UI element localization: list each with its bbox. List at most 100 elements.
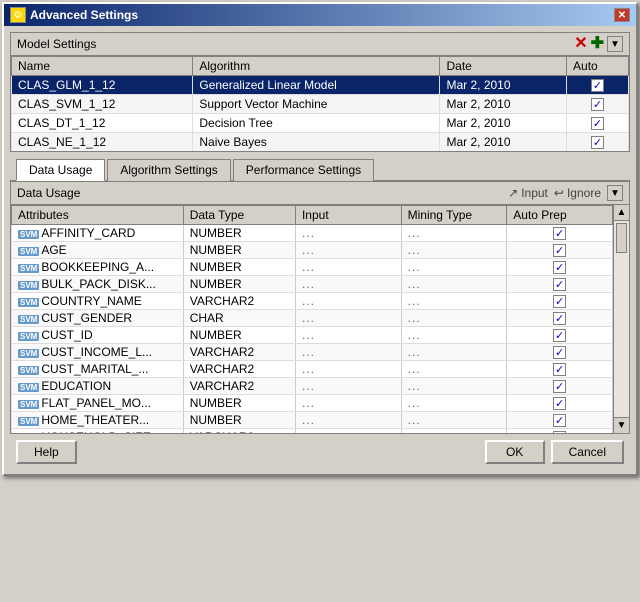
tab-algorithm-settings[interactable]: Algorithm Settings <box>107 159 230 181</box>
model-date: Mar 2, 2010 <box>440 114 567 133</box>
attr-autoprep-cell <box>507 293 613 310</box>
scrollbar[interactable]: ▲ ▼ <box>613 205 629 433</box>
model-algorithm: Decision Tree <box>193 114 440 133</box>
attr-mining: ... <box>401 276 507 293</box>
scroll-down-button[interactable]: ▼ <box>614 417 629 433</box>
attr-mining: ... <box>401 378 507 395</box>
attr-icon: SVM <box>18 247 39 256</box>
attr-name: SVMEDUCATION <box>12 378 184 395</box>
ignore-button[interactable]: ↩ Ignore <box>554 186 601 200</box>
scroll-track[interactable] <box>614 221 629 417</box>
model-auto-cell <box>567 114 629 133</box>
attributes-header-row: Attributes Data Type Input Mining Type A… <box>12 206 613 225</box>
attr-icon: SVM <box>18 281 39 290</box>
attr-dtype: NUMBER <box>183 412 295 429</box>
attr-mining: ... <box>401 429 507 434</box>
attr-autoprep-checkbox[interactable] <box>553 244 566 257</box>
attr-mining: ... <box>401 242 507 259</box>
attr-dtype: NUMBER <box>183 225 295 242</box>
attr-name: SVMBOOKKEEPING_A... <box>12 259 184 276</box>
input-button[interactable]: ↗ Input <box>508 186 548 200</box>
model-settings-title: Model Settings <box>17 37 96 51</box>
data-usage-table-wrapper: Attributes Data Type Input Mining Type A… <box>11 205 629 433</box>
attr-icon: SVM <box>18 332 39 341</box>
attr-autoprep-checkbox[interactable] <box>553 363 566 376</box>
tab-performance-settings[interactable]: Performance Settings <box>233 159 374 181</box>
model-table-body: CLAS_GLM_1_12 Generalized Linear Model M… <box>12 76 629 152</box>
attr-autoprep-checkbox[interactable] <box>553 431 566 433</box>
add-model-button[interactable]: ✚ <box>591 36 604 52</box>
attr-dtype: VARCHAR2 <box>183 344 295 361</box>
window-title: Advanced Settings <box>30 8 138 22</box>
attr-autoprep-checkbox[interactable] <box>553 414 566 427</box>
attr-autoprep-checkbox[interactable] <box>553 329 566 342</box>
advanced-settings-window: ⚙ Advanced Settings ✕ Model Settings ✕ ✚… <box>2 2 638 476</box>
model-table-row[interactable]: CLAS_DT_1_12 Decision Tree Mar 2, 2010 <box>12 114 629 133</box>
col-datatype: Data Type <box>183 206 295 225</box>
attr-name: SVMCUST_INCOME_L... <box>12 344 184 361</box>
attributes-scroll-area[interactable]: Attributes Data Type Input Mining Type A… <box>11 205 613 433</box>
model-table-header-row: Name Algorithm Date Auto <box>12 57 629 76</box>
model-auto-checkbox[interactable] <box>591 136 604 149</box>
attr-mining: ... <box>401 225 507 242</box>
attr-autoprep-checkbox[interactable] <box>553 261 566 274</box>
attr-input: ... <box>295 361 401 378</box>
attr-mining: ... <box>401 344 507 361</box>
attr-input: ... <box>295 293 401 310</box>
model-dropdown-button[interactable]: ▼ <box>607 36 623 52</box>
attr-dtype: VARCHAR2 <box>183 378 295 395</box>
attr-autoprep-cell <box>507 242 613 259</box>
attribute-row: SVMHOUSEHOLD_SIZE VARCHAR2 ... ... <box>12 429 613 434</box>
input-label: Input <box>521 186 548 200</box>
ignore-icon: ↩ <box>554 186 564 200</box>
attr-autoprep-checkbox[interactable] <box>553 278 566 291</box>
attr-input: ... <box>295 429 401 434</box>
col-input: Input <box>295 206 401 225</box>
data-usage-dropdown[interactable]: ▼ <box>607 185 623 201</box>
attr-autoprep-cell <box>507 259 613 276</box>
model-table-row[interactable]: CLAS_SVM_1_12 Support Vector Machine Mar… <box>12 95 629 114</box>
ok-button[interactable]: OK <box>485 440 545 464</box>
attr-name: SVMHOUSEHOLD_SIZE <box>12 429 184 434</box>
attr-autoprep-checkbox[interactable] <box>553 312 566 325</box>
attr-name: SVMBULK_PACK_DISK... <box>12 276 184 293</box>
attribute-row: SVMBULK_PACK_DISK... NUMBER ... ... <box>12 276 613 293</box>
col-autoprep: Auto Prep <box>507 206 613 225</box>
model-algorithm: Generalized Linear Model <box>193 76 440 95</box>
attr-icon: SVM <box>18 315 39 324</box>
tab-data-usage[interactable]: Data Usage <box>16 159 105 181</box>
attr-autoprep-checkbox[interactable] <box>553 346 566 359</box>
scroll-up-button[interactable]: ▲ <box>614 205 629 221</box>
model-auto-checkbox[interactable] <box>591 117 604 130</box>
attr-autoprep-cell <box>507 378 613 395</box>
model-table-row[interactable]: CLAS_GLM_1_12 Generalized Linear Model M… <box>12 76 629 95</box>
attr-input: ... <box>295 378 401 395</box>
delete-model-button[interactable]: ✕ <box>574 36 587 52</box>
close-button[interactable]: ✕ <box>614 8 630 22</box>
model-auto-checkbox[interactable] <box>591 98 604 111</box>
attr-icon: SVM <box>18 349 39 358</box>
help-button[interactable]: Help <box>16 440 77 464</box>
attr-mining: ... <box>401 412 507 429</box>
attr-autoprep-checkbox[interactable] <box>553 380 566 393</box>
attr-autoprep-checkbox[interactable] <box>553 295 566 308</box>
attr-icon: SVM <box>18 366 39 375</box>
attr-input: ... <box>295 310 401 327</box>
ignore-label: Ignore <box>567 186 601 200</box>
attr-input: ... <box>295 242 401 259</box>
model-auto-checkbox[interactable] <box>591 79 604 92</box>
attr-name: SVMFLAT_PANEL_MO... <box>12 395 184 412</box>
attr-autoprep-checkbox[interactable] <box>553 227 566 240</box>
model-date: Mar 2, 2010 <box>440 76 567 95</box>
model-table-row[interactable]: CLAS_NE_1_12 Naive Bayes Mar 2, 2010 <box>12 133 629 152</box>
toolbar-right: ↗ Input ↩ Ignore ▼ <box>508 185 623 201</box>
tabs-row: Data Usage Algorithm Settings Performanc… <box>10 158 630 181</box>
attr-name: SVMCUST_ID <box>12 327 184 344</box>
scroll-thumb[interactable] <box>616 223 627 253</box>
cancel-button[interactable]: Cancel <box>551 440 624 464</box>
attr-autoprep-checkbox[interactable] <box>553 397 566 410</box>
data-usage-toolbar: Data Usage ↗ Input ↩ Ignore ▼ <box>11 182 629 205</box>
attributes-table-body: SVMAFFINITY_CARD NUMBER ... ... SVMAGE N… <box>12 225 613 434</box>
attr-dtype: VARCHAR2 <box>183 293 295 310</box>
tabs-section: Data Usage Algorithm Settings Performanc… <box>10 158 630 181</box>
